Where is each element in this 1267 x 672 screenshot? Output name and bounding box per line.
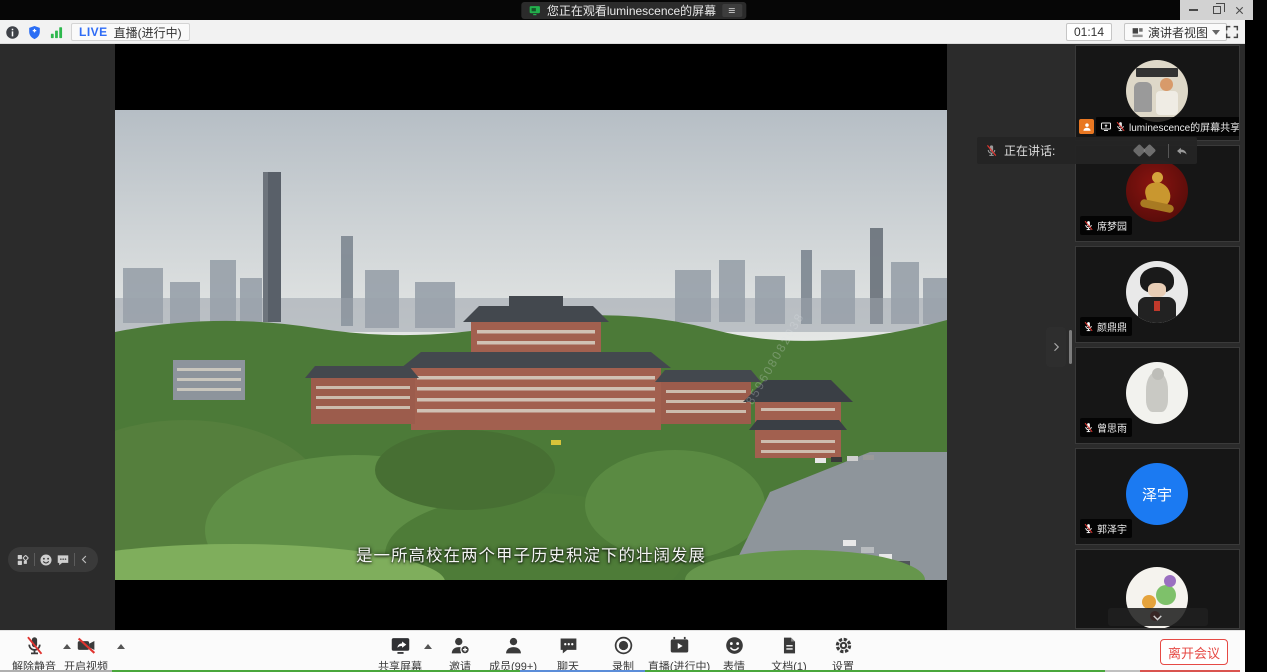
participant-nametag: 郭泽宇 — [1080, 519, 1132, 538]
emoji-reaction-icon[interactable] — [39, 553, 53, 567]
shared-screen-stage: 859608082038 是一所高校在两个甲子历史积淀下的壮阔发展 — [115, 44, 947, 630]
participant-name: 颜鼎鼎 — [1097, 319, 1127, 334]
invite-person-icon — [450, 635, 471, 656]
sidebar-scrollbar[interactable] — [1069, 330, 1072, 364]
avatar — [1126, 160, 1188, 222]
security-shield-icon[interactable] — [27, 25, 42, 40]
reply-button[interactable] — [1175, 144, 1189, 158]
apps-grid-icon[interactable] — [16, 553, 30, 567]
participant-nametag: 曾思雨 — [1080, 418, 1132, 437]
fullscreen-button[interactable] — [1224, 24, 1240, 40]
document-icon — [780, 635, 799, 656]
minimize-button[interactable] — [1185, 3, 1203, 17]
sidebar-collapse-handle[interactable] — [1046, 327, 1066, 367]
start-video-button[interactable]: 开启视频 — [58, 635, 114, 672]
share-tile-label: luminescence的屏幕共享 — [1079, 117, 1240, 136]
chat-bubble-icon[interactable] — [56, 553, 70, 567]
mic-muted-icon — [1083, 523, 1094, 534]
avatar-initials: 泽宇 — [1142, 484, 1172, 505]
meeting-info-toolbar: LIVE 直播(进行中) 01:14 演讲者视图 — [0, 20, 1245, 44]
avatar: 泽宇 — [1126, 463, 1188, 525]
live-tv-icon — [669, 635, 690, 656]
live-status-badge[interactable]: LIVE 直播(进行中) — [71, 23, 190, 41]
video-subtitle: 是一所高校在两个甲子历史积淀下的壮阔发展 — [115, 542, 947, 566]
speaking-label: 正在讲话: — [1004, 142, 1055, 159]
participant-tile[interactable]: 泽宇 郭泽宇 — [1075, 448, 1240, 545]
restore-icon — [1213, 6, 1221, 14]
mic-muted-icon — [1115, 121, 1126, 132]
leave-meeting-button[interactable]: 离开会议 — [1160, 639, 1228, 665]
participant-tile[interactable]: 曾思雨 — [1075, 347, 1240, 444]
mic-muted-icon — [985, 144, 998, 157]
reaction-pill — [8, 547, 98, 572]
record-icon — [613, 635, 634, 656]
meeting-timer: 01:14 — [1066, 23, 1112, 41]
view-mode-label: 演讲者视图 — [1148, 24, 1208, 41]
meeting-logo-icon — [1126, 142, 1162, 159]
banner-menu-button[interactable] — [722, 4, 742, 17]
participant-name: 曾思雨 — [1097, 420, 1127, 435]
divider — [1168, 144, 1169, 158]
close-button[interactable] — [1230, 3, 1248, 17]
window-title-bar: 您正在观看luminescence的屏幕 — [0, 0, 1267, 20]
share-screen-icon — [390, 635, 411, 656]
view-mode-dropdown[interactable]: 演讲者视图 — [1124, 23, 1227, 41]
avatar — [1126, 60, 1188, 122]
live-badge-text: LIVE — [79, 25, 108, 39]
unmute-button[interactable]: 解除静音 — [6, 635, 62, 672]
divider — [34, 553, 35, 566]
share-tile-name: luminescence的屏幕共享 — [1129, 119, 1240, 134]
chevron-down-icon — [1151, 611, 1164, 624]
meeting-control-bar: 解除静音 开启视频 共享屏幕 邀请 成员(99+) 聊天 录制 直播(进行中) … — [0, 630, 1245, 672]
avatar — [1126, 362, 1188, 424]
divider — [74, 553, 75, 566]
camera-off-icon — [75, 635, 98, 656]
collapse-pill-button[interactable] — [79, 554, 90, 565]
participant-nametag: 颜鼎鼎 — [1080, 317, 1132, 336]
participant-tile-partial[interactable] — [1075, 549, 1240, 629]
screen-share-green-icon — [528, 4, 541, 17]
participant-name: 郭泽宇 — [1097, 521, 1127, 536]
mic-muted-icon — [1083, 321, 1094, 332]
chat-icon — [558, 635, 579, 656]
chevron-down-icon — [1212, 30, 1220, 35]
emoji-icon — [724, 635, 745, 656]
share-screen-button[interactable]: 共享屏幕 — [368, 635, 432, 672]
campus-video-frame — [115, 110, 947, 580]
meeting-info-button[interactable] — [5, 25, 20, 40]
watching-title: 您正在观看luminescence的屏幕 — [547, 2, 716, 19]
layout-icon — [1131, 26, 1144, 39]
mic-muted-icon — [24, 635, 45, 656]
participant-name: 席梦园 — [1097, 218, 1127, 233]
participant-nametag: 席梦园 — [1080, 216, 1132, 235]
gear-icon — [833, 635, 854, 656]
chevron-right-icon — [1050, 341, 1062, 353]
mic-muted-icon — [1083, 422, 1094, 433]
shared-video: 859608082038 是一所高校在两个甲子历史积淀下的壮阔发展 — [115, 110, 947, 580]
speaking-toast: 正在讲话: — [977, 137, 1197, 164]
minimize-icon — [1189, 9, 1198, 11]
sidebar-scroll-down-button[interactable] — [1108, 608, 1208, 626]
video-options-caret[interactable] — [117, 644, 125, 649]
members-icon — [503, 635, 524, 656]
mic-muted-icon — [1083, 220, 1094, 231]
avatar — [1126, 261, 1188, 323]
participant-tile[interactable]: 颜鼎鼎 — [1075, 246, 1240, 343]
screen-watch-banner: 您正在观看luminescence的屏幕 — [521, 2, 746, 19]
main-content: 859608082038 是一所高校在两个甲子历史积淀下的壮阔发展 lumi — [0, 44, 1245, 630]
settings-button[interactable]: 设置 — [811, 635, 875, 672]
network-signal-icon[interactable] — [49, 25, 64, 40]
restore-button[interactable] — [1208, 3, 1226, 17]
screen-share-icon — [1100, 121, 1112, 133]
window-controls — [1180, 0, 1253, 20]
active-speaker-icon — [1079, 119, 1094, 134]
participant-tile-screen-share[interactable]: luminescence的屏幕共享 — [1075, 45, 1240, 141]
close-icon — [1234, 5, 1245, 16]
live-status-text: 直播(进行中) — [114, 24, 182, 41]
